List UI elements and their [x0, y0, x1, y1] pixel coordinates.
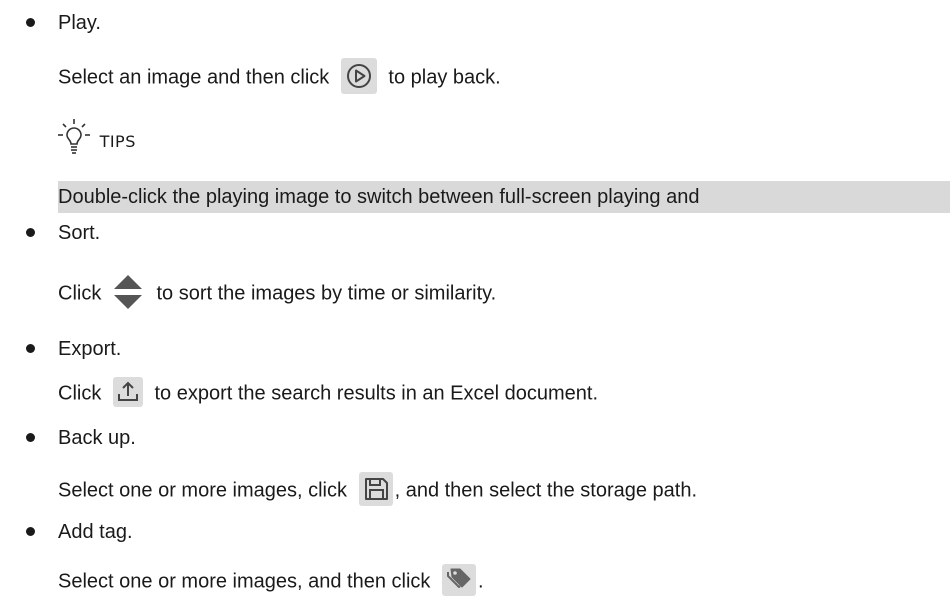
lightbulb-icon [56, 118, 92, 158]
desc-text-before: Click [58, 282, 102, 305]
item-desc-sort: Click to sort the images by time or simi… [58, 273, 496, 315]
bullet [26, 433, 35, 442]
tag-icon [441, 564, 476, 596]
desc-text-after: to play back. [388, 66, 501, 89]
desc-text-before: Select an image and then click [58, 66, 330, 89]
desc-text-before: Select one or more images, and then clic… [58, 570, 431, 593]
tips-label: TIPS [99, 132, 136, 151]
item-desc-backup: Select one or more images, click , and t… [58, 472, 698, 508]
bullet [26, 18, 35, 27]
desc-text-before: Click [58, 382, 102, 405]
desc-text-after: to export the search results in an Excel… [154, 382, 599, 405]
item-desc-export: Click to export the search results in an… [58, 377, 599, 409]
tips-note-text: Double-click the playing image to switch… [58, 186, 700, 208]
bullet [26, 527, 35, 536]
play-circle-icon [340, 58, 377, 94]
sort-arrows-icon [111, 271, 145, 313]
desc-text-after: . [477, 570, 484, 593]
desc-text-after: , and then select the storage path. [394, 479, 698, 502]
desc-text-before: Select one or more images, click [58, 479, 348, 502]
bullet [26, 228, 35, 237]
tips-header: TIPS [56, 119, 136, 162]
export-upload-icon [112, 377, 143, 407]
item-title-play: Play. [58, 12, 101, 34]
item-desc-addtag: Select one or more images, and then clic… [58, 564, 484, 598]
item-title-addtag: Add tag. [58, 521, 133, 543]
item-desc-play: Select an image and then click to play b… [58, 58, 501, 96]
save-floppy-icon [358, 472, 393, 506]
item-title-backup: Back up. [58, 427, 136, 449]
bullet [26, 344, 35, 353]
desc-text-after: to sort the images by time or similarity… [156, 282, 497, 305]
item-title-sort: Sort. [58, 222, 101, 244]
item-title-export: Export. [58, 338, 122, 360]
